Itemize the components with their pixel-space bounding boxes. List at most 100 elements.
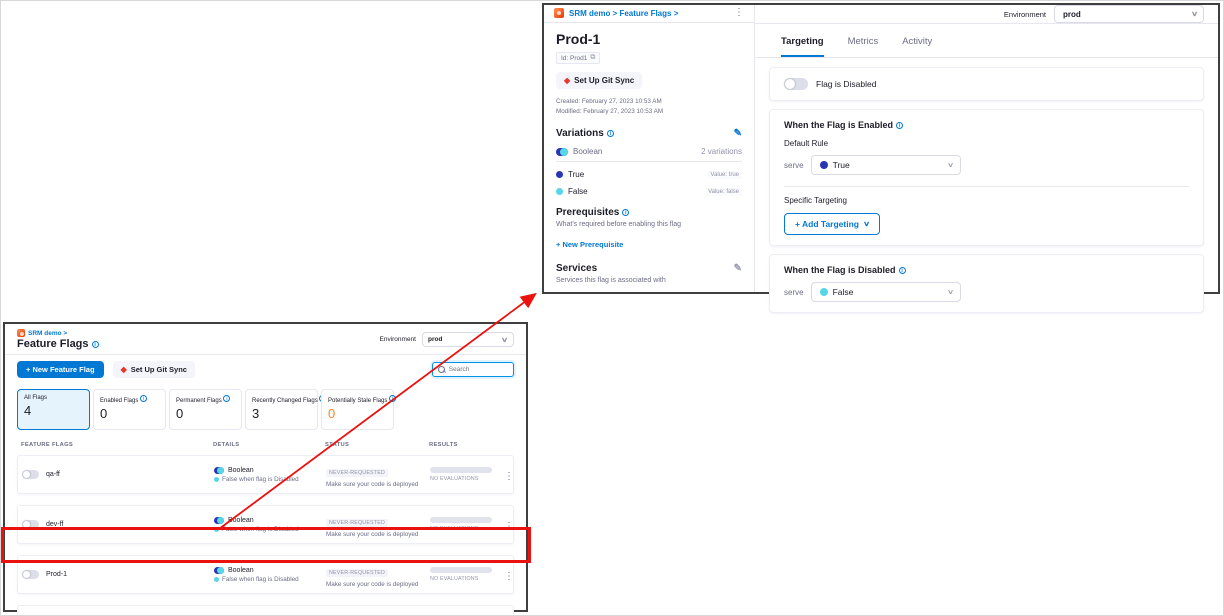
disabled-rules-card: When the Flag is Disabled i serve False … bbox=[769, 254, 1204, 313]
flag-toggle[interactable] bbox=[22, 570, 39, 579]
flag-menu-kebab-icon[interactable]: ⋮ bbox=[734, 8, 744, 18]
created-timestamp: Created: February 27, 2023 10:53 AM bbox=[556, 97, 742, 107]
row-menu-kebab-icon[interactable]: ⋮ bbox=[504, 521, 514, 532]
default-off-variation-select[interactable]: False ∨ bbox=[811, 282, 961, 302]
chevron-down-icon: ∨ bbox=[947, 161, 954, 169]
flag-detail-main: Environment prod ∨ Targeting Metrics Act… bbox=[755, 5, 1218, 292]
harness-logo-icon bbox=[17, 329, 25, 337]
flag-id-text: Id: Prod1 bbox=[561, 55, 587, 62]
boolean-variation-icon bbox=[214, 517, 224, 524]
filter-card-permanent-flags[interactable]: Permanent Flags i 0 bbox=[169, 389, 242, 430]
row-menu-kebab-icon[interactable]: ⋮ bbox=[504, 471, 514, 482]
variation-row-true: True Value: true bbox=[556, 170, 742, 179]
filter-count: 0 bbox=[176, 406, 235, 421]
table-row-dev-ff[interactable]: dev-ff Boolean False when flag is Disabl… bbox=[17, 505, 514, 544]
table-row-ff-name[interactable]: FF_name Boolean False when flag is Disab… bbox=[17, 605, 514, 616]
enabled-rules-card: When the Flag is Enabled i Default Rule … bbox=[769, 109, 1204, 246]
environment-label: Environment bbox=[1004, 10, 1046, 19]
flag-toggle[interactable] bbox=[22, 470, 39, 479]
edit-services-icon[interactable]: ✎ bbox=[734, 263, 742, 274]
info-icon: i bbox=[140, 395, 147, 402]
boolean-variation-icon bbox=[556, 148, 568, 156]
serve-label: serve bbox=[784, 288, 804, 297]
modified-timestamp: Modified: February 27, 2023 10:53 AM bbox=[556, 107, 742, 117]
info-icon: i bbox=[223, 395, 230, 402]
copy-icon[interactable]: ⧉ bbox=[590, 54, 595, 62]
info-icon: i bbox=[607, 130, 614, 137]
prerequisites-heading: Prerequisites bbox=[556, 207, 619, 218]
filter-card-potentially-stale-flags[interactable]: Potentially Stale Flags i 0 bbox=[321, 389, 394, 430]
setup-git-sync-button[interactable]: ◆ Set Up Git Sync bbox=[556, 72, 642, 89]
false-variation-dot-icon bbox=[214, 477, 219, 482]
flag-name: qa-ff bbox=[46, 471, 60, 478]
flag-state-label: Flag is Disabled bbox=[816, 79, 876, 89]
table-row-qa-ff[interactable]: qa-ff Boolean False when flag is Disable… bbox=[17, 455, 514, 494]
git-sync-icon: ◆ bbox=[121, 365, 127, 374]
services-heading: Services bbox=[556, 263, 597, 274]
results-placeholder-bar bbox=[430, 567, 492, 573]
status-badge: NEVER-REQUESTED bbox=[326, 519, 388, 527]
true-variation-dot-icon bbox=[820, 161, 828, 169]
false-variation-dot-icon bbox=[214, 577, 219, 582]
default-on-variation-select[interactable]: True ∨ bbox=[811, 155, 961, 175]
filter-card-recently-changed-flags[interactable]: Recently Changed Flags i 3 bbox=[245, 389, 318, 430]
column-header-feature-flags: FEATURE FLAGS bbox=[21, 442, 213, 448]
detail-tabs: Targeting Metrics Activity bbox=[755, 24, 1218, 58]
flag-name: dev-ff bbox=[46, 521, 63, 528]
search-input[interactable] bbox=[449, 366, 508, 373]
status-badge: NEVER-REQUESTED bbox=[326, 569, 388, 577]
results-placeholder-bar bbox=[430, 467, 492, 473]
tab-targeting[interactable]: Targeting bbox=[781, 36, 824, 57]
column-header-status: STATUS bbox=[325, 442, 429, 448]
flag-toggle[interactable] bbox=[22, 520, 39, 529]
flag-detail-sidebar: SRM demo > Feature Flags > ⋮ Prod-1 Id: … bbox=[544, 5, 755, 292]
filter-card-all-flags[interactable]: All Flags 4 bbox=[17, 389, 90, 430]
flag-state-card: Flag is Disabled bbox=[769, 67, 1204, 101]
filter-count: 4 bbox=[24, 403, 83, 418]
variations-heading: Variations bbox=[556, 128, 604, 139]
new-feature-flag-button[interactable]: + New Feature Flag bbox=[17, 361, 104, 378]
info-icon: i bbox=[896, 122, 903, 129]
chevron-down-icon: ∨ bbox=[501, 336, 508, 344]
specific-targeting-label: Specific Targeting bbox=[784, 196, 1189, 205]
new-prerequisite-link[interactable]: + New Prerequisite bbox=[556, 240, 623, 249]
flag-id-tag: Id: Prod1 ⧉ bbox=[556, 52, 600, 64]
tab-activity[interactable]: Activity bbox=[902, 36, 932, 57]
git-sync-icon: ◆ bbox=[564, 76, 570, 85]
edit-variations-icon[interactable]: ✎ bbox=[734, 128, 742, 139]
info-icon: i bbox=[389, 395, 396, 402]
environment-select[interactable]: prod ∨ bbox=[422, 332, 514, 347]
table-row-prod-1[interactable]: Prod-1 Boolean False when flag is Disabl… bbox=[17, 555, 514, 594]
flag-name: Prod-1 bbox=[46, 571, 67, 578]
filter-count: 0 bbox=[100, 406, 159, 421]
disabled-heading: When the Flag is Disabled bbox=[784, 265, 896, 275]
environment-select[interactable]: prod ∨ bbox=[1054, 5, 1204, 23]
filter-card-enabled-flags[interactable]: Enabled Flags i 0 bbox=[93, 389, 166, 430]
variation-row-false: False Value: false bbox=[556, 187, 742, 196]
enabled-heading: When the Flag is Enabled bbox=[784, 120, 893, 130]
add-targeting-button[interactable]: + Add Targeting ∨ bbox=[784, 213, 880, 235]
serve-label: serve bbox=[784, 161, 804, 170]
flag-title: Prod-1 bbox=[556, 31, 742, 47]
chevron-down-icon: ∨ bbox=[863, 220, 870, 228]
tab-metrics[interactable]: Metrics bbox=[848, 36, 879, 57]
row-menu-kebab-icon[interactable]: ⋮ bbox=[504, 571, 514, 582]
breadcrumb[interactable]: SRM demo > bbox=[28, 330, 67, 337]
flag-detail-panel: SRM demo > Feature Flags > ⋮ Prod-1 Id: … bbox=[542, 3, 1220, 294]
setup-git-sync-button[interactable]: ◆ Set Up Git Sync bbox=[113, 361, 195, 378]
status-badge: NEVER-REQUESTED bbox=[326, 469, 388, 477]
false-variation-dot-icon bbox=[820, 288, 828, 296]
filter-count: 0 bbox=[328, 406, 387, 421]
variation-value: Value: true bbox=[707, 171, 742, 179]
chevron-down-icon: ∨ bbox=[947, 288, 954, 296]
flag-enabled-toggle[interactable] bbox=[784, 78, 808, 90]
column-header-details: DETAILS bbox=[213, 442, 325, 448]
search-box[interactable] bbox=[432, 362, 514, 377]
false-variation-dot-icon bbox=[214, 527, 219, 532]
feature-flags-list-panel: SRM demo > Feature Flags i Environment p… bbox=[3, 322, 528, 612]
chevron-down-icon: ∨ bbox=[1191, 10, 1198, 18]
breadcrumb[interactable]: SRM demo > Feature Flags > bbox=[569, 9, 678, 18]
environment-label: Environment bbox=[380, 336, 417, 343]
divider bbox=[784, 186, 1189, 187]
prerequisites-description: What's required before enabling this fla… bbox=[556, 221, 742, 228]
